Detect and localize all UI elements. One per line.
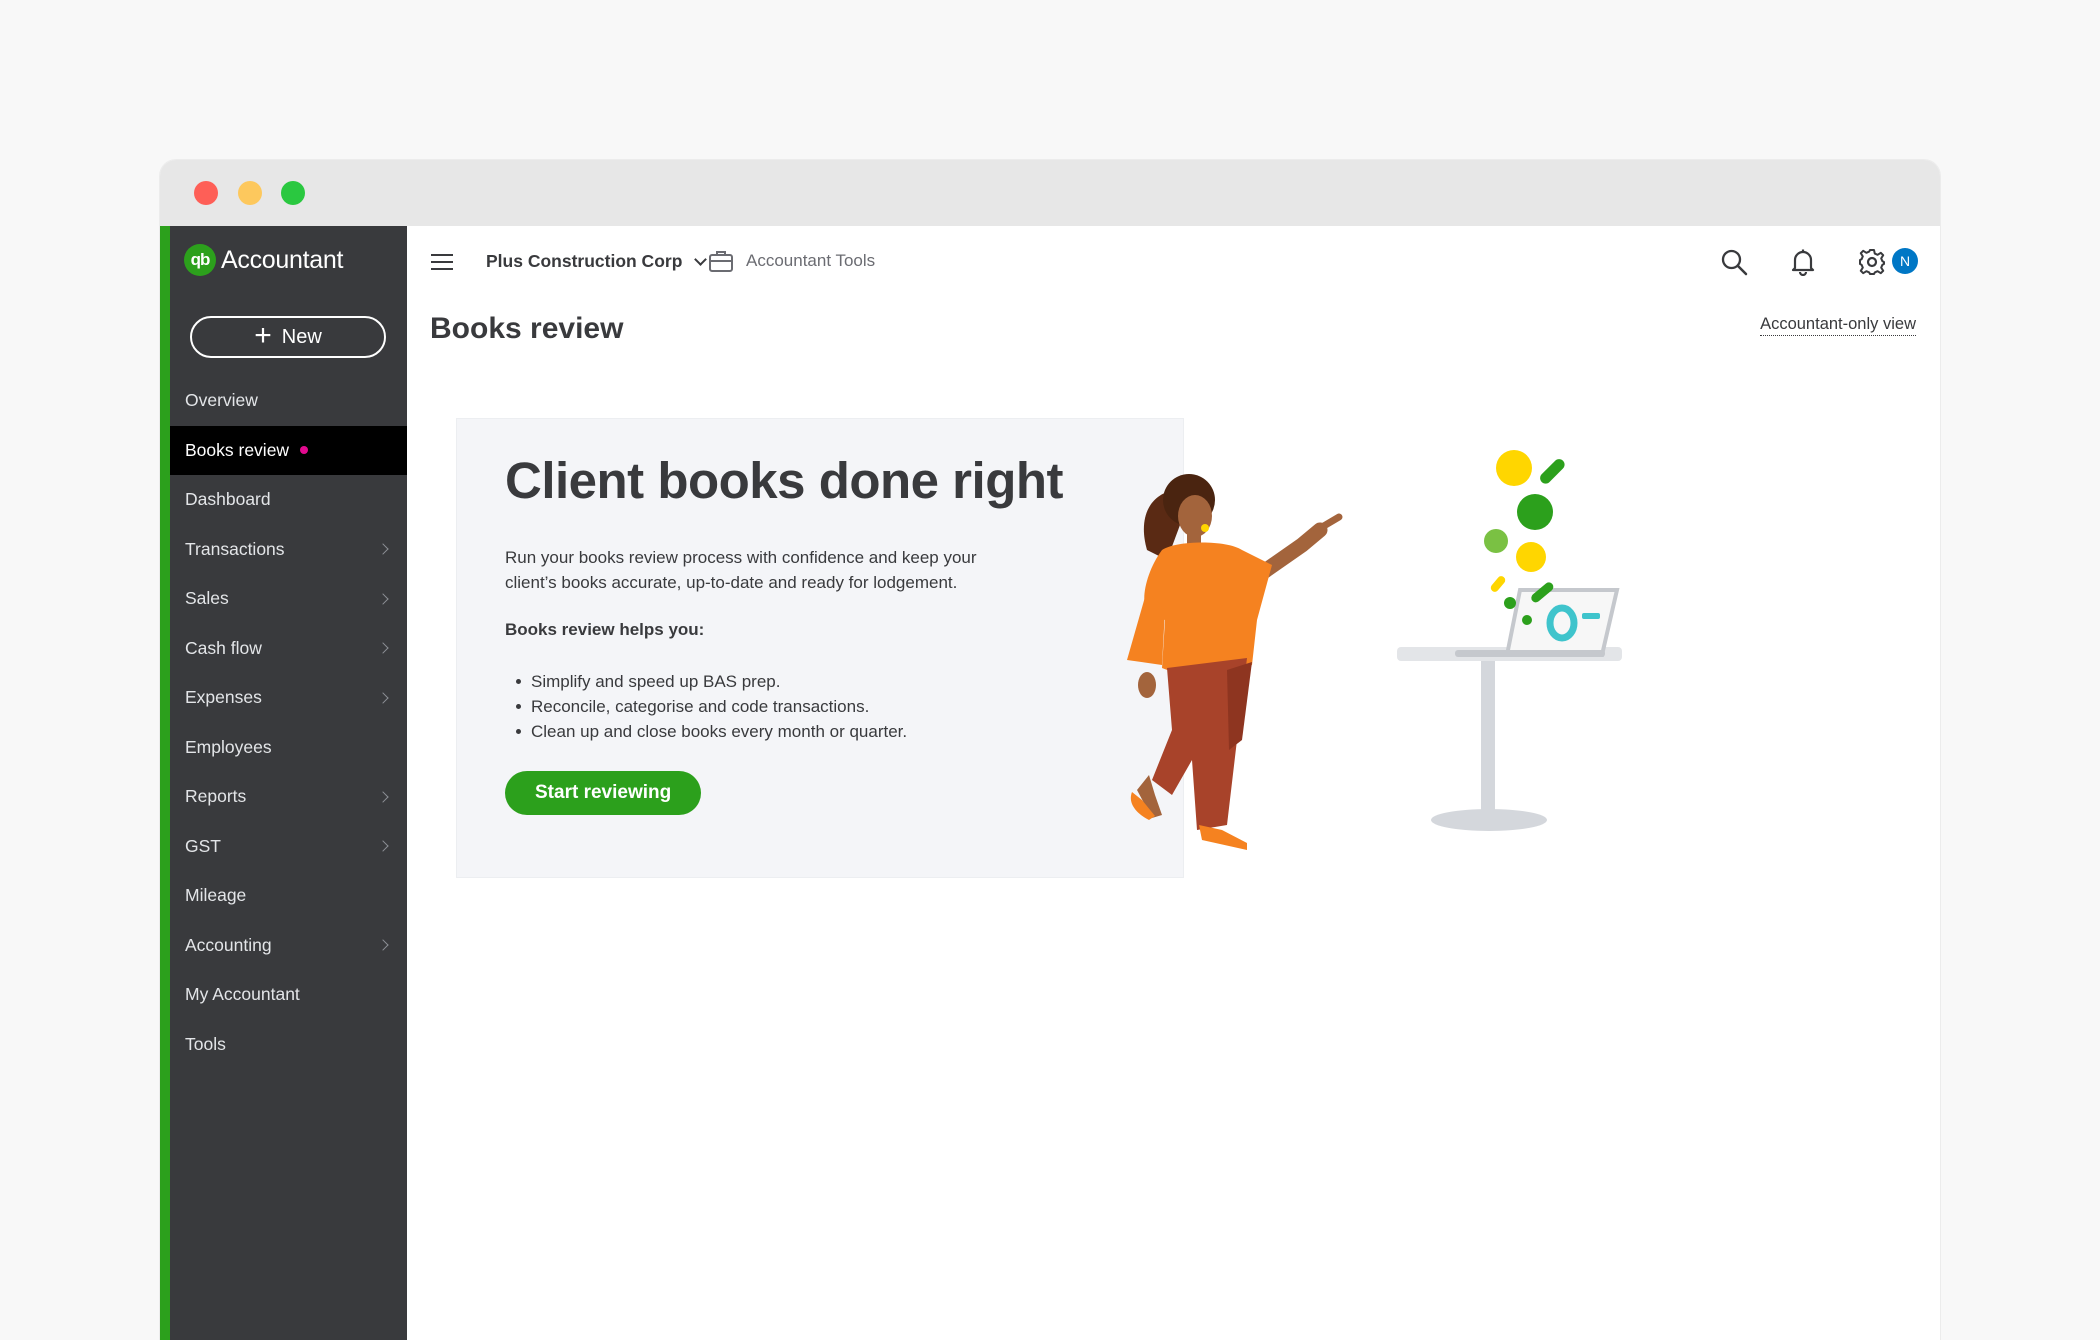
sidebar-item-mileage[interactable]: Mileage bbox=[170, 871, 407, 921]
sidebar-item-books-review[interactable]: Books review bbox=[170, 425, 407, 475]
new-button-label: New bbox=[281, 325, 322, 348]
sidebar-item-label: Tools bbox=[185, 1033, 226, 1054]
list-item: Reconcile, categorise and code transacti… bbox=[505, 694, 907, 719]
card-heading: Client books done right bbox=[505, 452, 1064, 509]
chevron-right-icon bbox=[377, 692, 389, 704]
sidebar-item-label: Dashboard bbox=[185, 489, 271, 510]
chevron-right-icon bbox=[377, 593, 389, 605]
top-bar: Plus Construction Corp Accountant Tools bbox=[407, 226, 1940, 296]
sidebar-item-tools[interactable]: Tools bbox=[170, 1020, 407, 1070]
chevron-right-icon bbox=[377, 791, 389, 803]
search-icon[interactable] bbox=[1720, 248, 1748, 276]
new-button[interactable]: + New bbox=[190, 316, 386, 358]
sidebar-item-employees[interactable]: Employees bbox=[170, 723, 407, 773]
bell-icon[interactable] bbox=[1790, 248, 1816, 276]
plus-icon: + bbox=[254, 319, 272, 352]
sidebar-accent-bar bbox=[160, 226, 170, 1340]
app-window: qb Accountant + New Overview Books revie… bbox=[160, 160, 1940, 1340]
chevron-right-icon bbox=[377, 939, 389, 951]
sidebar-item-my-accountant[interactable]: My Accountant bbox=[170, 970, 407, 1020]
card-bullet-list: Simplify and speed up BAS prep. Reconcil… bbox=[505, 669, 907, 744]
sidebar-item-label: Books review bbox=[185, 439, 290, 460]
sidebar-item-expenses[interactable]: Expenses bbox=[170, 673, 407, 723]
chevron-right-icon bbox=[377, 543, 389, 555]
maximize-window-button[interactable] bbox=[281, 181, 305, 205]
accountant-tools-button[interactable]: Accountant Tools bbox=[708, 226, 875, 296]
sidebar-item-label: Expenses bbox=[185, 687, 262, 708]
quickbooks-logo-icon: qb bbox=[184, 244, 216, 276]
sidebar: qb Accountant + New Overview Books revie… bbox=[160, 226, 407, 1340]
logo-text: Accountant bbox=[221, 245, 344, 274]
window-titlebar bbox=[160, 160, 1940, 226]
list-item: Simplify and speed up BAS prep. bbox=[505, 669, 907, 694]
sidebar-item-transactions[interactable]: Transactions bbox=[170, 525, 407, 575]
sidebar-item-label: Accounting bbox=[185, 934, 272, 955]
avatar[interactable]: N bbox=[1892, 248, 1918, 274]
sidebar-item-label: My Accountant bbox=[185, 984, 300, 1005]
sidebar-item-label: Employees bbox=[185, 736, 272, 757]
gear-icon[interactable] bbox=[1858, 248, 1886, 276]
sidebar-item-label: Cash flow bbox=[185, 637, 262, 658]
sidebar-item-sales[interactable]: Sales bbox=[170, 574, 407, 624]
company-name: Plus Construction Corp bbox=[486, 250, 683, 271]
top-icons: N bbox=[1680, 226, 1940, 296]
sidebar-item-cash-flow[interactable]: Cash flow bbox=[170, 624, 407, 674]
promo-card: Client books done right Run your books r… bbox=[456, 418, 1184, 878]
close-window-button[interactable] bbox=[194, 181, 218, 205]
logo[interactable]: qb Accountant bbox=[184, 242, 343, 278]
sidebar-item-overview[interactable]: Overview bbox=[170, 376, 407, 426]
sidebar-item-label: Transactions bbox=[185, 538, 285, 559]
start-reviewing-button[interactable]: Start reviewing bbox=[505, 771, 702, 815]
notification-dot-icon bbox=[300, 446, 309, 455]
sidebar-item-dashboard[interactable]: Dashboard bbox=[170, 475, 407, 525]
card-description: Run your books review process with confi… bbox=[505, 548, 977, 592]
chevron-right-icon bbox=[377, 642, 389, 654]
page-title: Books review bbox=[430, 312, 624, 345]
list-item: Clean up and close books every month or … bbox=[505, 719, 907, 744]
sidebar-item-accounting[interactable]: Accounting bbox=[170, 921, 407, 971]
sidebar-item-label: GST bbox=[185, 835, 221, 856]
sidebar-nav: Overview Books review Dashboard Transact… bbox=[170, 376, 407, 1069]
chevron-right-icon bbox=[377, 840, 389, 852]
accountant-only-view-link[interactable]: Accountant-only view bbox=[1760, 315, 1916, 336]
briefcase-icon bbox=[709, 251, 733, 272]
sidebar-item-label: Reports bbox=[185, 786, 247, 807]
card-helps-heading: Books review helps you: bbox=[505, 620, 705, 639]
sidebar-item-label: Sales bbox=[185, 588, 229, 609]
minimize-window-button[interactable] bbox=[238, 181, 262, 205]
menu-icon[interactable] bbox=[431, 254, 453, 275]
sidebar-item-label: Mileage bbox=[185, 885, 247, 906]
company-selector[interactable]: Plus Construction Corp bbox=[486, 226, 708, 296]
sidebar-item-gst[interactable]: GST bbox=[170, 822, 407, 872]
chevron-down-icon bbox=[694, 252, 708, 266]
sidebar-item-reports[interactable]: Reports bbox=[170, 772, 407, 822]
sidebar-item-label: Overview bbox=[185, 390, 258, 411]
woman-laptop-illustration bbox=[1127, 450, 1622, 850]
accountant-tools-label: Accountant Tools bbox=[746, 251, 876, 270]
